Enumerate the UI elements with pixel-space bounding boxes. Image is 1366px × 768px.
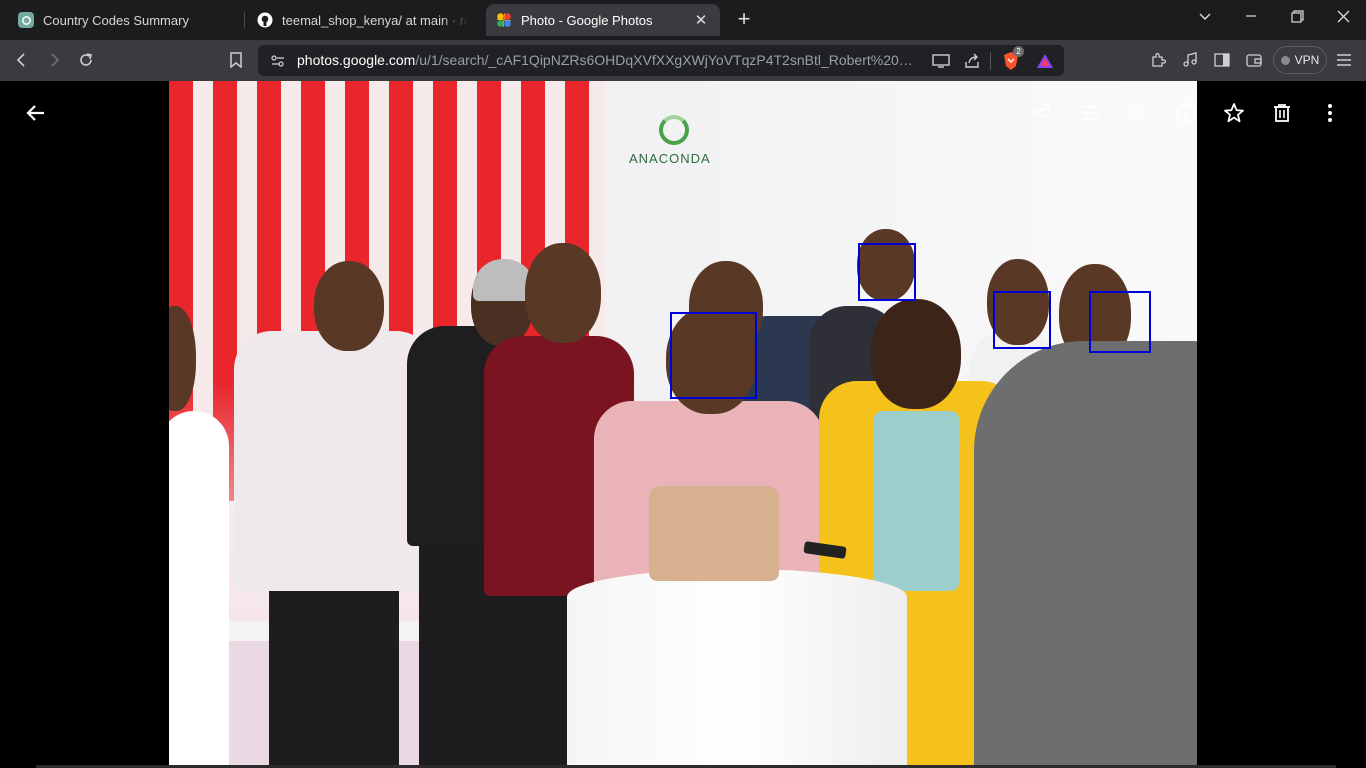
photo-handbag	[649, 486, 779, 581]
google-photos-icon	[496, 12, 512, 28]
share-page-icon[interactable]	[960, 49, 984, 73]
site-settings-icon[interactable]	[266, 49, 290, 73]
github-icon	[257, 12, 273, 28]
photo-logo-text: ANACONDA	[629, 151, 711, 166]
menu-icon[interactable]	[1332, 48, 1356, 72]
back-arrow-icon[interactable]	[10, 48, 34, 72]
close-window-icon[interactable]	[1320, 0, 1366, 32]
tab-title: Country Codes Summary	[43, 12, 189, 28]
vpn-label: VPN	[1294, 53, 1320, 67]
tab-github[interactable]: teemal_shop_kenya/ at main · robert	[247, 4, 479, 36]
delete-trash-icon[interactable]	[1270, 101, 1294, 125]
vpn-button[interactable]: VPN	[1273, 46, 1327, 74]
tab-google-photos[interactable]: Photo - Google Photos ✕	[486, 4, 720, 36]
edit-adjust-icon[interactable]	[1078, 101, 1102, 125]
address-bar[interactable]: photos.google.com/u/1/search/_cAF1QipNZR…	[258, 45, 1064, 76]
wallet-icon[interactable]	[1242, 48, 1266, 72]
bookmark-icon[interactable]	[224, 48, 248, 72]
tab-title: teemal_shop_kenya/ at main · robert	[282, 12, 469, 28]
extensions-icon[interactable]	[1146, 48, 1170, 72]
cast-icon[interactable]	[929, 49, 953, 73]
close-tab-icon[interactable]: ✕	[692, 11, 710, 29]
url-host: photos.google.com	[297, 52, 416, 68]
photo-table	[567, 569, 907, 766]
media-icon[interactable]	[1178, 48, 1202, 72]
brave-shields-icon[interactable]: 2	[999, 46, 1024, 73]
divider	[990, 52, 991, 70]
restore-icon[interactable]	[1274, 0, 1320, 32]
minimize-icon[interactable]	[1228, 0, 1274, 32]
url-text: photos.google.com/u/1/search/_cAF1QipNZR…	[297, 52, 919, 68]
favorite-star-icon[interactable]	[1222, 101, 1246, 125]
more-options-icon[interactable]	[1318, 101, 1342, 125]
face-detection-box[interactable]	[670, 312, 757, 399]
face-detection-box[interactable]	[858, 243, 916, 301]
reload-icon[interactable]	[74, 48, 98, 72]
face-detection-box-hidden	[1190, 231, 1197, 232]
anaconda-logo-icon	[659, 115, 689, 145]
zoom-icon[interactable]	[1126, 101, 1150, 125]
vpn-status-icon	[1280, 55, 1290, 65]
tab-country-codes[interactable]: Country Codes Summary	[8, 4, 240, 36]
browser-toolbar: photos.google.com/u/1/search/_cAF1QipNZR…	[0, 40, 1366, 81]
tab-strip: Country Codes Summary teemal_shop_kenya/…	[0, 0, 1366, 40]
face-detection-box[interactable]	[993, 291, 1051, 349]
shields-count-badge: 2	[1013, 46, 1024, 57]
face-detection-box[interactable]	[1089, 291, 1151, 353]
tab-title: Photo - Google Photos	[521, 12, 653, 28]
back-arrow-icon[interactable]	[24, 101, 48, 125]
new-tab-button[interactable]: +	[732, 8, 756, 32]
info-icon[interactable]	[1174, 101, 1198, 125]
share-icon[interactable]	[1030, 101, 1054, 125]
tab-search-icon[interactable]	[1182, 0, 1228, 32]
photo-viewer: ANACONDA	[0, 81, 1366, 768]
photo[interactable]: ANACONDA	[169, 81, 1197, 766]
brave-rewards-icon[interactable]	[1033, 49, 1057, 73]
url-path: /u/1/search/_cAF1QipNZRs6OHDqXVfXXgXWjYo…	[415, 52, 919, 68]
sidebar-toggle-icon[interactable]	[1210, 48, 1234, 72]
forward-arrow-icon[interactable]	[42, 48, 66, 72]
tab-separator	[244, 12, 245, 28]
chatgpt-icon	[18, 12, 34, 28]
